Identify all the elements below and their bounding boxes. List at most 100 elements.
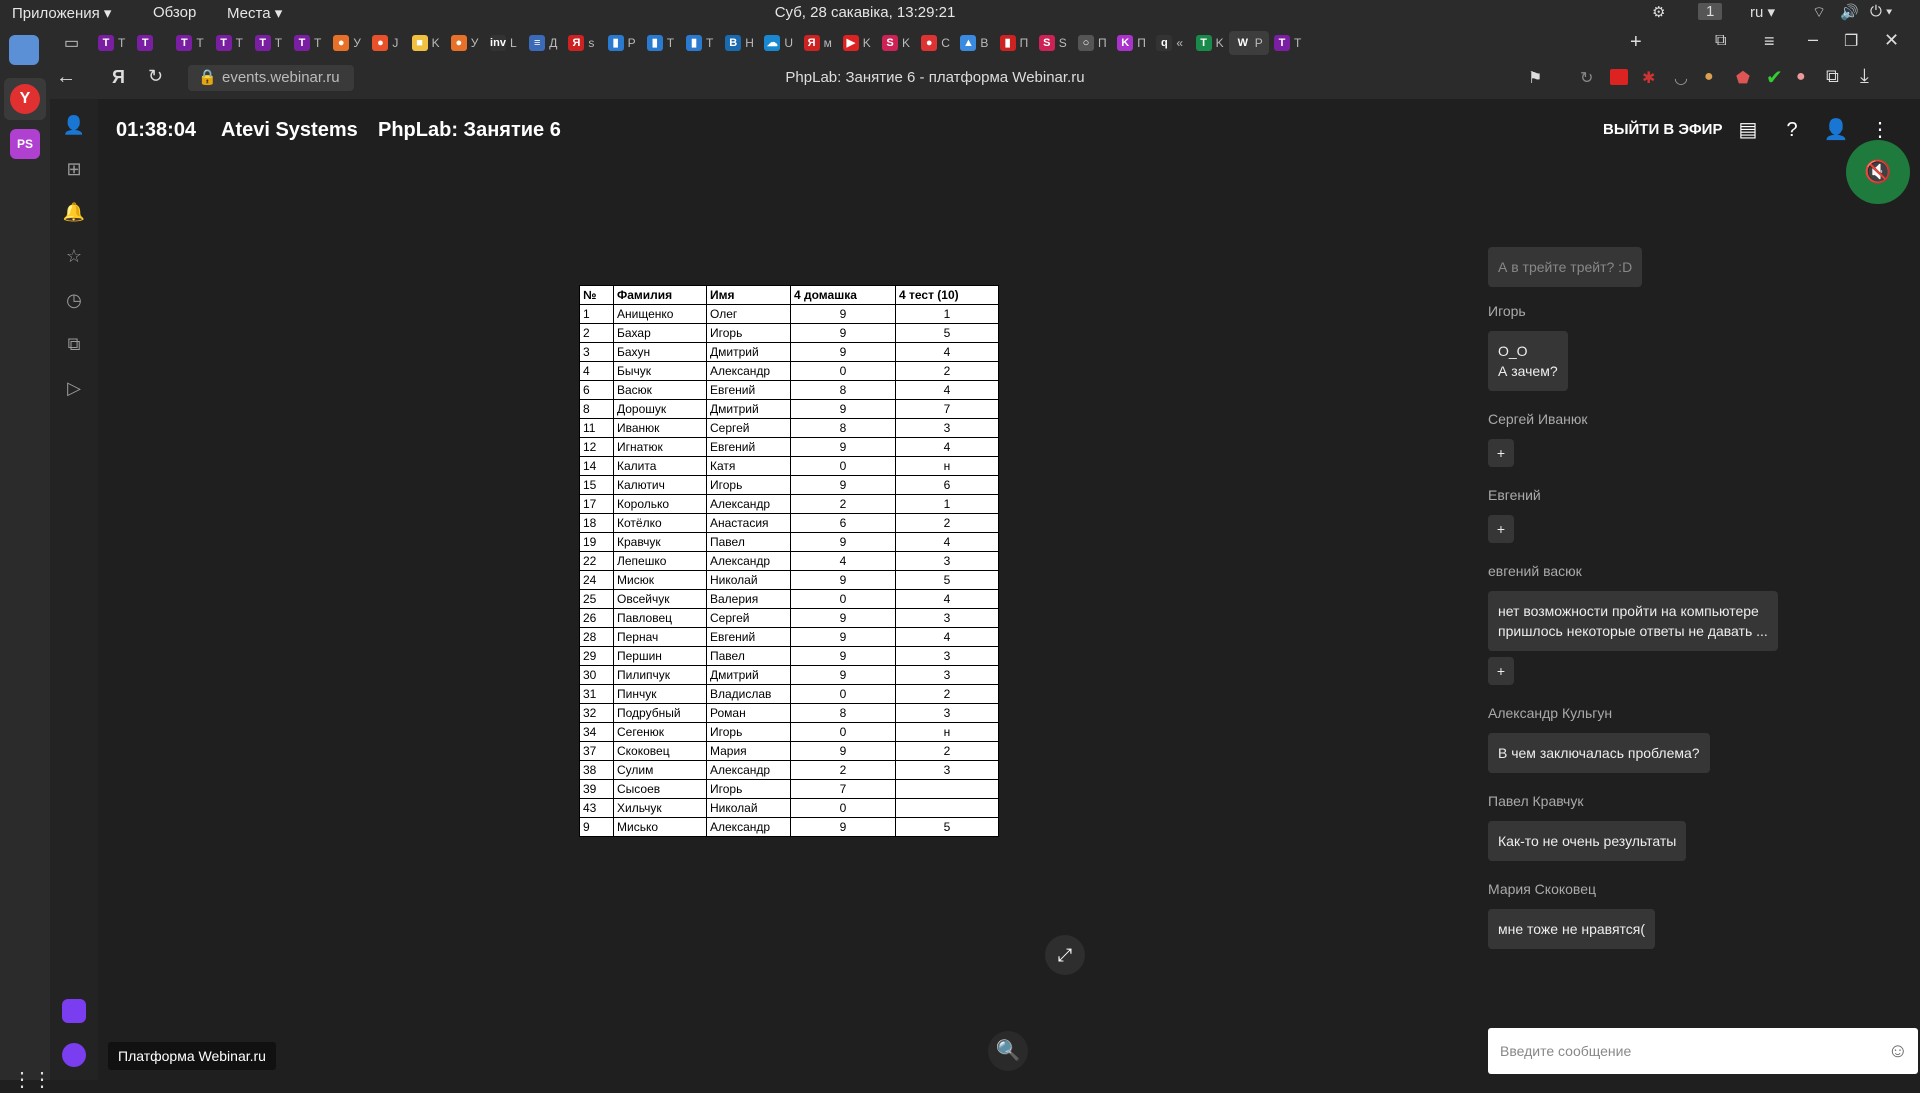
workspace-indicator[interactable]: 1 [1698, 3, 1723, 20]
browser-tab[interactable]: ○ П [1072, 31, 1112, 55]
mic-off-icon[interactable]: 🔇 [1846, 140, 1910, 204]
shield-icon[interactable]: ⬟ [1736, 68, 1750, 88]
emoji-icon[interactable]: ☺ [1888, 1028, 1908, 1074]
cookie-icon[interactable]: ● [1704, 68, 1714, 86]
browser-tab[interactable]: TТ [170, 31, 210, 55]
volume-icon[interactable]: 🔊 [1840, 3, 1859, 21]
close-window-icon[interactable]: ✕ [1884, 30, 1899, 51]
browser-tab[interactable]: ● У [445, 31, 485, 55]
browser-tab[interactable]: BH [719, 31, 759, 55]
bookmark-icon[interactable]: ⚑ [1528, 68, 1542, 88]
expand-icon[interactable]: ⤢ [1045, 935, 1085, 975]
browser-tab[interactable]: ≡ Д [523, 31, 563, 55]
table-cell: Евгений [706, 380, 791, 400]
table-cell: Иванюк [613, 418, 707, 438]
tab-favicon-icon: W [1234, 35, 1251, 51]
tab-label: Т [274, 36, 283, 50]
tab-label: Т [235, 36, 243, 50]
browser-tab[interactable]: ● С [915, 31, 955, 55]
tabs-manager-icon[interactable]: ⧉ [1715, 32, 1726, 50]
tab-label: s [588, 36, 595, 50]
browser-tab[interactable]: T [131, 31, 171, 55]
browser-tab[interactable]: TТ [92, 31, 132, 55]
alice-icon[interactable] [62, 999, 86, 1023]
virtualbox-icon[interactable] [9, 35, 39, 65]
sidebar-toggle-icon[interactable]: ▭ [64, 33, 79, 53]
check-icon[interactable]: ✔ [1766, 65, 1783, 90]
browser-tab[interactable]: ▶ K [837, 31, 877, 55]
browser-tab[interactable]: ▮ П [994, 31, 1034, 55]
browser-tab[interactable]: ● У [327, 31, 367, 55]
table-cell: 8 [790, 380, 896, 400]
table-row: 6 Васюк Евгений 8 4 [579, 380, 999, 400]
table-cell: Павел [706, 532, 791, 552]
tab-label: L [510, 36, 517, 50]
system-clock[interactable]: Суб, 28 сакавіка, 13:29:21 [0, 4, 1730, 21]
favorites-icon[interactable]: ☆ [62, 244, 86, 268]
profile-icon[interactable]: 👤 [62, 113, 86, 137]
video-icon[interactable]: ▷ [62, 376, 86, 400]
browser-tab[interactable]: TK [1190, 31, 1230, 55]
browser-tab[interactable]: KП [1111, 31, 1151, 55]
browser-tab[interactable]: ▮ T [641, 31, 681, 55]
browser-tab[interactable]: ■ K [406, 31, 446, 55]
menu-icon[interactable]: ≡ [1764, 31, 1775, 52]
go-live-button[interactable]: ВЫЙТИ В ЭФИР [1603, 121, 1722, 138]
language-indicator[interactable]: ru ▾ [1750, 3, 1775, 21]
tab-label: S [1058, 36, 1067, 50]
new-tab-icon[interactable]: + [1630, 31, 1642, 54]
pocket-icon[interactable]: ◡ [1674, 68, 1688, 88]
user-icon[interactable]: 👤 [1823, 117, 1849, 143]
table-row: 37 Скоковец Мария 9 2 [579, 741, 999, 761]
extension-icon[interactable]: ● [1796, 68, 1806, 86]
chat-message-input[interactable]: Введите сообщение ☺ [1488, 1028, 1918, 1074]
extension-icon[interactable] [1610, 69, 1628, 85]
extension-icon[interactable]: ✱ [1642, 68, 1655, 88]
notifications-icon[interactable]: 🔔 [62, 200, 86, 224]
chat-message-line: пришлось некоторые ответы не давать ... [1498, 623, 1768, 639]
table-cell: 32 [579, 703, 614, 723]
browser-tab[interactable]: WP [1228, 31, 1269, 55]
zoom-icon[interactable]: 🔍 [988, 1031, 1028, 1071]
extension-icon[interactable]: ↻ [1580, 68, 1593, 88]
yandex-browser-icon[interactable]: Y [10, 84, 40, 114]
browser-tab[interactable]: ☁ U [758, 31, 798, 55]
services-icon[interactable]: ⊞ [62, 157, 86, 181]
browser-tab[interactable]: q « [1150, 31, 1190, 55]
browser-tab[interactable]: inv L [484, 31, 524, 55]
table-cell: 4 [895, 589, 999, 609]
table-cell: 39 [579, 779, 614, 799]
browser-tab[interactable]: ● J [366, 31, 406, 55]
translate-icon[interactable]: ⧉ [1826, 66, 1839, 87]
table-row: 2 Бахар Игорь 9 5 [579, 323, 999, 343]
tab-label: м [823, 36, 832, 50]
browser-tab[interactable]: ▮ P [602, 31, 642, 55]
browser-tab[interactable]: ▲ B [954, 31, 994, 55]
table-cell: Сергей [706, 418, 791, 438]
browser-tab[interactable]: ▮ T [680, 31, 720, 55]
table-cell: Калита [613, 456, 707, 476]
table-cell: 5 [895, 570, 999, 590]
browser-tab[interactable]: Ям [798, 31, 838, 55]
download-icon[interactable]: ⤓ [1860, 65, 1869, 88]
browser-tab[interactable]: Яs [562, 31, 602, 55]
browser-tab[interactable]: TТ [288, 31, 328, 55]
tab-favicon-icon: ● [372, 35, 389, 51]
restore-icon[interactable]: ❐ [1844, 31, 1858, 51]
alice-voice-icon[interactable] [62, 1043, 86, 1067]
minimize-icon[interactable]: – [1808, 29, 1818, 50]
network-icon[interactable]: ⌔ [1812, 3, 1826, 22]
collections-icon[interactable]: ⧉ [62, 332, 86, 356]
sync-icon[interactable]: ⚙ [1652, 3, 1665, 21]
browser-tab[interactable]: TТ [249, 31, 289, 55]
browser-tab[interactable]: SK [876, 31, 916, 55]
phpstorm-icon[interactable]: PS [10, 129, 40, 159]
chat-icon[interactable]: ▤ [1735, 117, 1761, 143]
show-apps-icon[interactable]: ⋮⋮ [12, 1067, 52, 1093]
browser-tab[interactable]: SS [1033, 31, 1073, 55]
history-icon[interactable]: ◷ [62, 288, 86, 312]
help-icon[interactable]: ? [1779, 117, 1805, 143]
browser-tab[interactable]: TТ [210, 31, 250, 55]
power-icon[interactable]: ⏻ ▾ [1870, 3, 1892, 20]
browser-tab[interactable]: TT [1268, 31, 1308, 55]
